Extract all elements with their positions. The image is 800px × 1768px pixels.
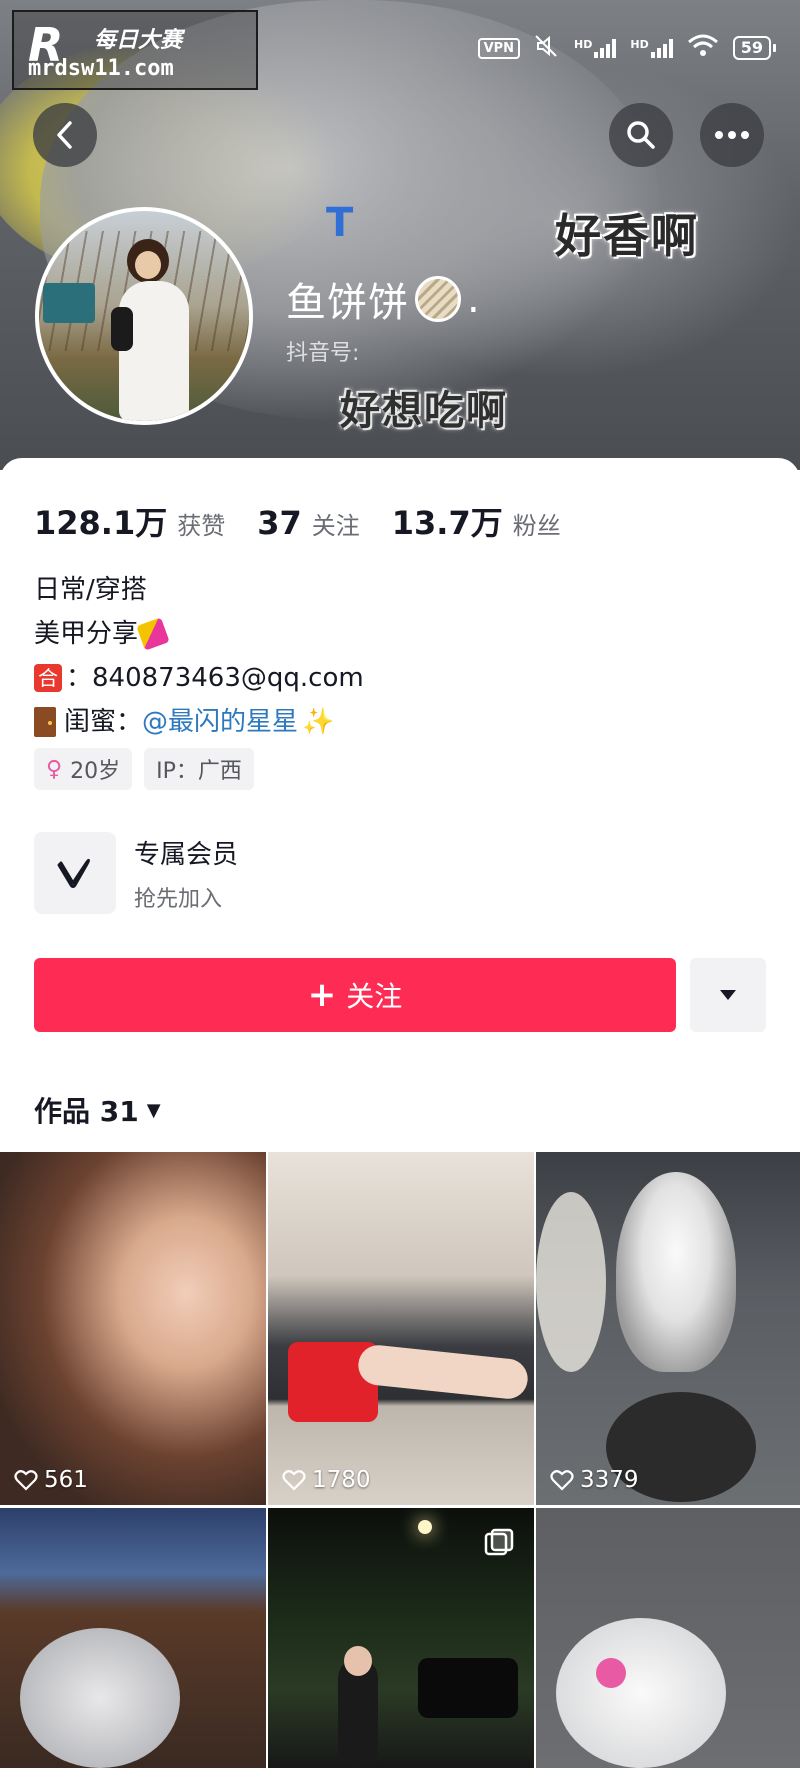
watermark: R 每日大赛 mrdsw11.com [12, 10, 258, 90]
bio-line-2: 美甲分享 [34, 612, 364, 656]
nickname-text: 鱼饼饼 [286, 280, 409, 326]
more-button[interactable] [700, 103, 764, 167]
watermark-cn: 每日大赛 [94, 28, 183, 53]
stat-followers-value: 13.7万 [391, 504, 503, 542]
signal-icon-2: HD [630, 38, 673, 58]
nickname-suffix: . [467, 276, 481, 322]
works-label: 作品 31 [34, 1095, 139, 1128]
like-count: 1780 [312, 1467, 371, 1493]
nickname-badge-icon [415, 276, 461, 322]
bio-contact: 合 ：840873463@qq.com [34, 656, 364, 700]
video-thumbnail[interactable] [536, 1508, 800, 1768]
stat-likes-value: 128.1万 [34, 504, 168, 542]
multi-image-icon [484, 1528, 514, 1556]
stat-followers[interactable]: 13.7万 粉丝 [392, 498, 561, 544]
wifi-icon [687, 34, 719, 62]
back-button[interactable] [33, 103, 97, 167]
more-options-dropdown[interactable] [690, 958, 766, 1032]
video-thumbnail[interactable]: 561 [0, 1152, 266, 1505]
video-thumbnail[interactable] [0, 1508, 266, 1768]
search-icon [627, 121, 655, 149]
vpn-icon: VPN [477, 37, 521, 59]
friend-mention-link[interactable]: @最闪的星星 [142, 700, 298, 744]
member-subtitle: 抢先加入 [134, 886, 223, 912]
like-count: 561 [44, 1467, 88, 1493]
profile-nickname: 鱼饼饼 . [286, 270, 481, 328]
contact-text: ：840873463@qq.com [66, 663, 364, 693]
follow-button[interactable]: + 关注 [34, 958, 676, 1032]
bio-line-1: 日常/穿搭 [34, 575, 147, 605]
v-logo-icon [34, 832, 116, 914]
member-title: 专属会员 [134, 839, 239, 870]
verified-mark: T [326, 200, 354, 246]
door-icon [34, 707, 56, 737]
profile-bio: 日常/穿搭 美甲分享 合 ：840873463@qq.com 闺蜜： @最闪的星… [34, 568, 364, 744]
contact-badge-icon: 合 [34, 664, 62, 692]
status-bar: VPN HD HD 59 [477, 34, 776, 62]
follow-label: 关注 [346, 980, 403, 1013]
bio-line-2-text: 美甲分享 [34, 619, 139, 649]
mute-icon [534, 34, 560, 62]
like-count: 3379 [580, 1467, 639, 1493]
stat-likes: 128.1万 获赞 [34, 498, 225, 544]
ip-tag: IP：广西 [144, 748, 254, 790]
back-icon [57, 121, 72, 149]
stat-following-label: 关注 [311, 512, 360, 540]
nail-polish-icon [136, 617, 170, 651]
video-thumbnail[interactable]: 1780 [268, 1152, 534, 1505]
stats-row: 128.1万 获赞 37 关注 13.7万 粉丝 [34, 498, 593, 544]
stat-likes-label: 获赞 [177, 512, 226, 540]
battery-level: 59 [732, 36, 771, 60]
hd-label-1: HD [574, 38, 593, 51]
heart-icon [282, 1470, 306, 1491]
heart-icon [550, 1470, 574, 1491]
signal-icon-1: HD [574, 38, 617, 58]
cover-sticker-bottom: 好想吃啊 [340, 388, 508, 434]
search-button[interactable] [609, 103, 673, 167]
stat-following-value: 37 [257, 504, 302, 542]
heart-icon [14, 1470, 38, 1491]
video-likes: 1780 [282, 1467, 371, 1493]
age-text: 20岁 [70, 759, 121, 784]
female-icon: ♀ [46, 756, 63, 782]
plus-icon: + [307, 975, 337, 1015]
caret-down-icon: ▼ [146, 1099, 161, 1121]
video-grid: 561 1780 3379 [0, 1152, 800, 1768]
age-tag: ♀ 20岁 [34, 748, 133, 790]
cover-sticker-top: 好香啊 [555, 209, 699, 263]
stat-following[interactable]: 37 关注 [257, 504, 360, 542]
video-thumbnail[interactable]: 3379 [536, 1152, 800, 1505]
hd-label-2: HD [630, 38, 649, 51]
douyin-id: 抖音号: [286, 341, 360, 366]
avatar[interactable] [35, 207, 253, 425]
more-icon [715, 131, 749, 139]
stat-followers-label: 粉丝 [512, 512, 561, 540]
profile-tags: ♀ 20岁 IP：广西 [34, 748, 254, 790]
friend-label: 闺蜜： [64, 707, 143, 737]
video-likes: 561 [14, 1467, 88, 1493]
tab-works[interactable]: 作品 31 ▼ [34, 1090, 161, 1130]
member-entry[interactable]: 专属会员 抢先加入 [34, 832, 238, 914]
bio-friend: 闺蜜： @最闪的星星 ✨ [34, 700, 364, 744]
watermark-url: mrdsw11.com [28, 56, 174, 81]
sparkle-icon: ✨ [302, 707, 335, 737]
video-thumbnail[interactable] [268, 1508, 534, 1768]
video-likes: 3379 [550, 1467, 639, 1493]
battery-icon: 59 [732, 36, 776, 60]
chevron-down-icon [720, 990, 736, 1000]
